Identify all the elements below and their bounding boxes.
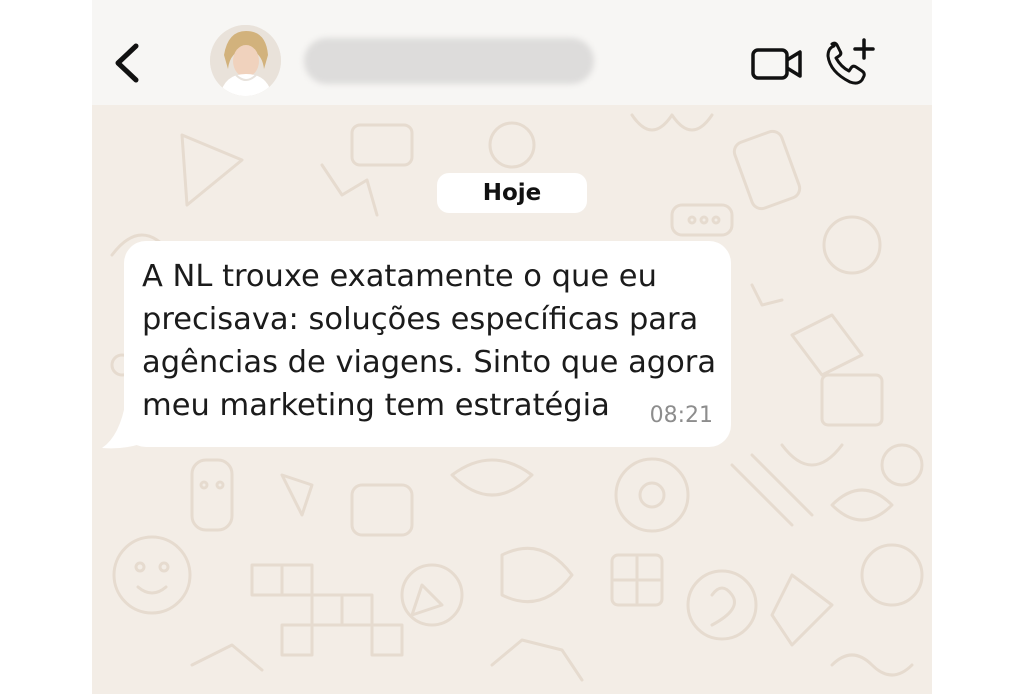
message-line: meu marketing tem estratégia <box>142 388 610 423</box>
video-camera-icon[interactable] <box>750 44 804 84</box>
date-separator: Hoje <box>437 173 587 213</box>
message-bubble[interactable]: A NL trouxe exatamente o que eu precisav… <box>124 241 731 447</box>
contact-name-blurred[interactable] <box>304 38 594 84</box>
avatar[interactable] <box>210 25 281 96</box>
message-line: precisava: soluções específicas para <box>142 302 699 337</box>
message-text: A NL trouxe exatamente o que eu precisav… <box>142 255 722 427</box>
message-line: A NL trouxe exatamente o que eu <box>142 259 657 294</box>
phone-add-icon[interactable] <box>824 38 876 86</box>
message-timestamp: 08:21 <box>649 403 713 428</box>
chat-screen: Hoje A NL trouxe exatamente o que eu pre… <box>92 0 932 694</box>
chat-header <box>92 0 932 105</box>
chevron-left-icon[interactable] <box>106 38 146 88</box>
message-line: agências de viagens. Sinto que agora <box>142 345 717 380</box>
